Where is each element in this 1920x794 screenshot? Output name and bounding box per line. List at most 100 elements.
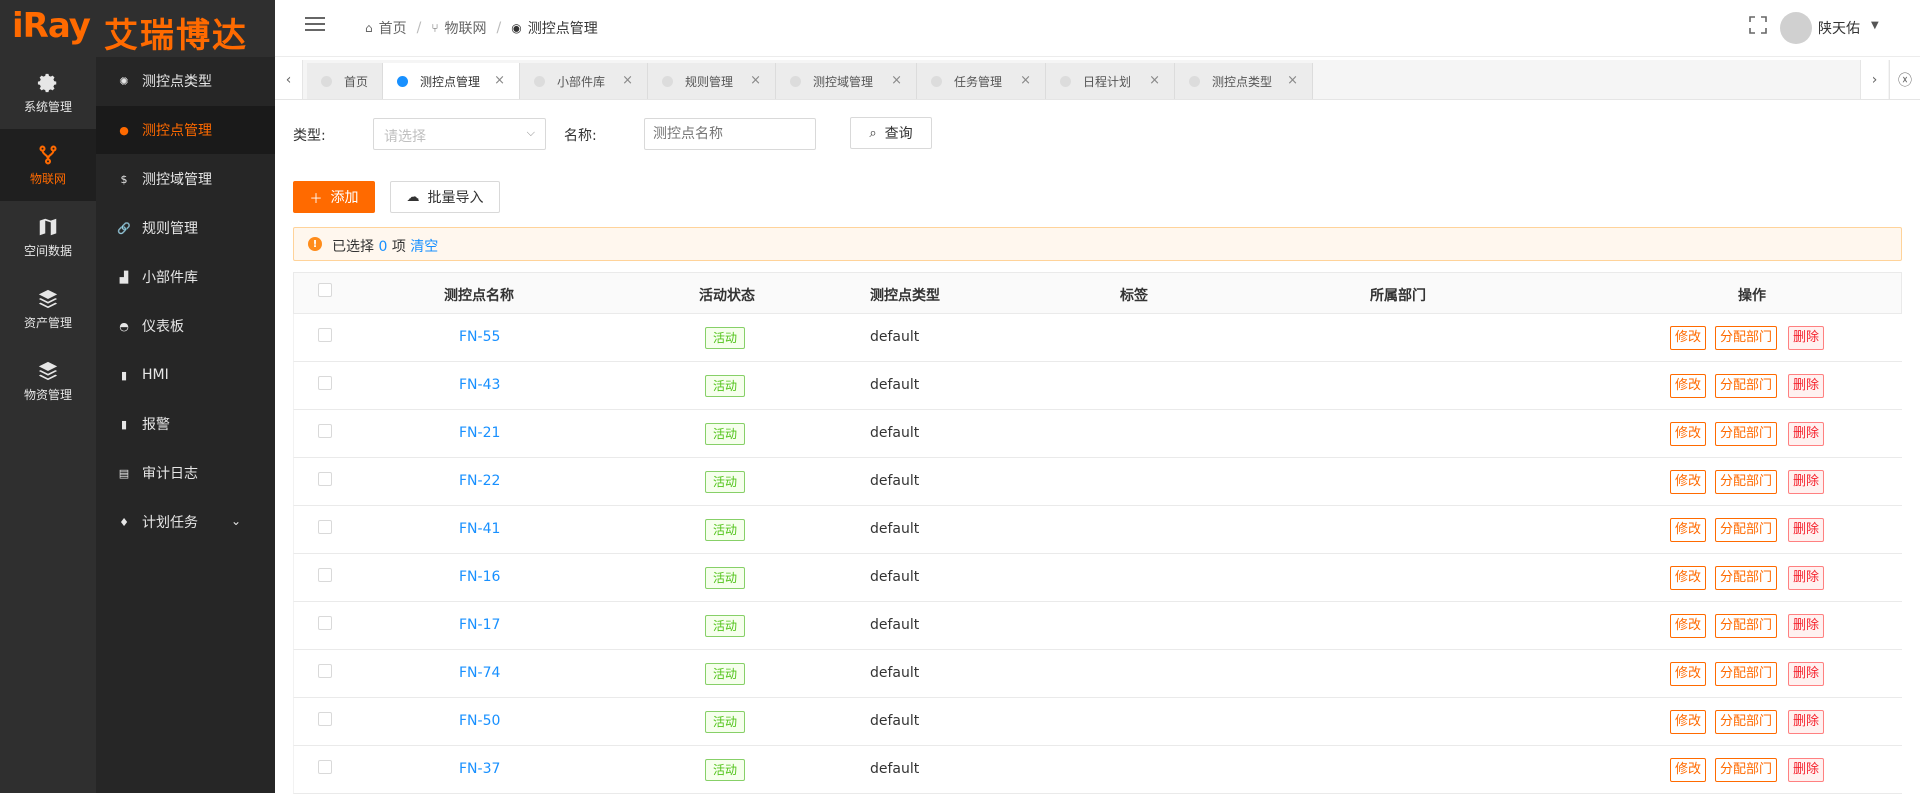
table-row: FN-43 活动 default 修改 分配部门 删除: [293, 362, 1902, 410]
assign-department-button[interactable]: 分配部门: [1715, 710, 1778, 734]
batch-import-button[interactable]: ☁ 批量导入: [390, 181, 500, 213]
row-name-link[interactable]: FN-55: [459, 329, 500, 345]
add-button[interactable]: ＋ 添加: [293, 181, 375, 213]
tab-2[interactable]: 小部件库 ×: [520, 63, 648, 99]
delete-button[interactable]: 删除: [1788, 614, 1825, 638]
row-name-link[interactable]: FN-22: [459, 473, 500, 489]
edit-button[interactable]: 修改: [1670, 374, 1707, 398]
row-checkbox[interactable]: [318, 472, 332, 486]
row-name-link[interactable]: FN-74: [459, 665, 500, 681]
delete-button[interactable]: 删除: [1788, 374, 1825, 398]
breadcrumb-iot[interactable]: ⑂ 物联网: [431, 18, 486, 38]
edit-button[interactable]: 修改: [1670, 470, 1707, 494]
delete-button[interactable]: 删除: [1788, 470, 1825, 494]
fullscreen-icon[interactable]: [1749, 16, 1767, 34]
delete-button[interactable]: 删除: [1788, 518, 1825, 542]
submenu-item-2[interactable]: $ 测控域管理: [96, 155, 275, 203]
tab-close-icon[interactable]: ×: [1287, 73, 1298, 88]
select-all-checkbox[interactable]: [318, 283, 332, 297]
edit-button[interactable]: 修改: [1670, 566, 1707, 590]
delete-button[interactable]: 删除: [1788, 566, 1825, 590]
edit-button[interactable]: 修改: [1670, 422, 1707, 446]
tab-close-icon[interactable]: ×: [891, 73, 902, 88]
assign-department-button[interactable]: 分配部门: [1715, 518, 1778, 542]
assign-department-button[interactable]: 分配部门: [1715, 758, 1778, 782]
tab-close-icon[interactable]: ×: [494, 73, 505, 88]
row-name-link[interactable]: FN-37: [459, 761, 500, 777]
row-checkbox[interactable]: [318, 520, 332, 534]
rail-item-2[interactable]: 空间数据: [0, 201, 96, 273]
row-name-link[interactable]: FN-21: [459, 425, 500, 441]
edit-button[interactable]: 修改: [1670, 662, 1707, 686]
row-checkbox[interactable]: [318, 616, 332, 630]
assign-department-button[interactable]: 分配部门: [1715, 470, 1778, 494]
tab-scroll-left-icon[interactable]: ‹: [275, 60, 303, 99]
hamburger-menu-icon[interactable]: [305, 17, 325, 33]
assign-department-button[interactable]: 分配部门: [1715, 662, 1778, 686]
assign-department-button[interactable]: 分配部门: [1715, 326, 1778, 350]
delete-button[interactable]: 删除: [1788, 758, 1825, 782]
submenu-item-9[interactable]: ♦ 计划任务 ⌄: [96, 498, 275, 546]
row-checkbox[interactable]: [318, 760, 332, 774]
row-checkbox[interactable]: [318, 568, 332, 582]
name-search-input[interactable]: [644, 118, 816, 150]
row-checkbox[interactable]: [318, 664, 332, 678]
edit-button[interactable]: 修改: [1670, 518, 1707, 542]
row-checkbox[interactable]: [318, 424, 332, 438]
tab-7[interactable]: 测控点类型 ×: [1175, 63, 1313, 99]
delete-button[interactable]: 删除: [1788, 662, 1825, 686]
tab-3[interactable]: 规则管理 ×: [648, 63, 776, 99]
edit-button[interactable]: 修改: [1670, 710, 1707, 734]
row-name-link[interactable]: FN-17: [459, 617, 500, 633]
row-name-link[interactable]: FN-41: [459, 521, 500, 537]
assign-department-button[interactable]: 分配部门: [1715, 374, 1778, 398]
query-button[interactable]: ⌕ 查询: [850, 117, 932, 149]
edit-button[interactable]: 修改: [1670, 614, 1707, 638]
tab-close-icon[interactable]: ×: [622, 73, 633, 88]
assign-department-button[interactable]: 分配部门: [1715, 614, 1778, 638]
tab-1[interactable]: 测控点管理 ×: [383, 63, 520, 99]
type-select[interactable]: 请选择 ⌵: [373, 118, 546, 150]
tab-6[interactable]: 日程计划 ×: [1046, 63, 1175, 99]
rail-item-1[interactable]: 物联网: [0, 129, 96, 201]
username[interactable]: 陕天佑: [1818, 18, 1860, 38]
submenu-item-6[interactable]: ▮ HMI: [96, 351, 275, 399]
row-checkbox[interactable]: [318, 376, 332, 390]
assign-department-button[interactable]: 分配部门: [1715, 422, 1778, 446]
clear-selection-link[interactable]: 清空: [410, 239, 438, 255]
caret-down-icon[interactable]: ▼: [1871, 20, 1879, 31]
avatar[interactable]: [1780, 12, 1812, 44]
close-all-tabs-icon[interactable]: ⓧ: [1889, 60, 1920, 99]
rail-item-3[interactable]: 资产管理: [0, 273, 96, 345]
delete-button[interactable]: 删除: [1788, 422, 1825, 446]
row-name-link[interactable]: FN-16: [459, 569, 500, 585]
row-checkbox[interactable]: [318, 328, 332, 342]
submenu-item-8[interactable]: ▤ 审计日志: [96, 449, 275, 497]
submenu-item-7[interactable]: ▮ 报警: [96, 400, 275, 448]
breadcrumb-home[interactable]: ⌂ 首页: [365, 18, 407, 38]
tab-4[interactable]: 测控域管理 ×: [776, 63, 917, 99]
submenu-item-4[interactable]: ▟ 小部件库: [96, 253, 275, 301]
tab-close-icon[interactable]: ×: [1020, 73, 1031, 88]
tab-status-dot: [534, 75, 545, 87]
submenu-item-3[interactable]: 🔗 规则管理: [96, 204, 275, 252]
tab-close-icon[interactable]: ×: [1149, 73, 1160, 88]
edit-button[interactable]: 修改: [1670, 758, 1707, 782]
tab-scroll-right-icon[interactable]: ›: [1860, 60, 1888, 99]
submenu-item-5[interactable]: ◓ 仪表板: [96, 302, 275, 350]
row-name-link[interactable]: FN-50: [459, 713, 500, 729]
submenu-item-1[interactable]: ● 测控点管理: [96, 106, 275, 154]
assign-department-button[interactable]: 分配部门: [1715, 566, 1778, 590]
rail-item-4[interactable]: 物资管理: [0, 345, 96, 417]
dashboard-icon: ◓: [119, 319, 129, 333]
tab-0[interactable]: 首页: [307, 63, 383, 99]
tab-5[interactable]: 任务管理 ×: [917, 63, 1046, 99]
delete-button[interactable]: 删除: [1788, 710, 1825, 734]
row-checkbox[interactable]: [318, 712, 332, 726]
row-name-link[interactable]: FN-43: [459, 377, 500, 393]
submenu-item-0[interactable]: ✺ 测控点类型: [96, 57, 275, 105]
delete-button[interactable]: 删除: [1788, 326, 1825, 350]
edit-button[interactable]: 修改: [1670, 326, 1707, 350]
tab-close-icon[interactable]: ×: [750, 73, 761, 88]
rail-item-0[interactable]: 系统管理: [0, 57, 96, 129]
